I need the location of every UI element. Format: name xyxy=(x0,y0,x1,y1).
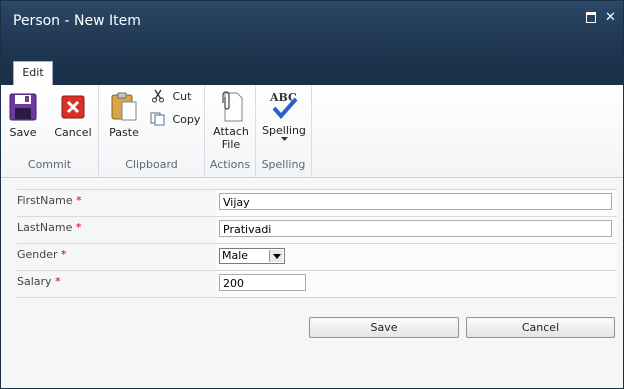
required-marker: * xyxy=(75,221,82,234)
clipboard-group-label: Clipboard xyxy=(125,158,178,171)
salary-label: Salary * xyxy=(17,271,215,297)
required-marker: * xyxy=(76,194,82,207)
gender-selected-value: Male xyxy=(222,249,249,262)
spelling-group-label: Spelling xyxy=(261,158,306,171)
form-row-firstname: FirstName * Vijay xyxy=(17,189,617,216)
cancel-button[interactable]: Cancel xyxy=(466,317,615,338)
ribbon: Save Cancel Commit Paste Cut Copy Clipbo… xyxy=(1,85,623,178)
close-icon[interactable]: ✕ xyxy=(605,11,616,24)
save-ribbon-button[interactable]: Save xyxy=(7,93,39,139)
form-row-gender: Gender * Male xyxy=(17,243,617,270)
gender-select[interactable]: Male xyxy=(219,248,285,264)
firstname-label: FirstName * xyxy=(17,190,215,216)
scissors-icon xyxy=(152,89,164,103)
salary-input[interactable]: 200 xyxy=(219,274,306,291)
floppy-disk-icon xyxy=(9,93,37,121)
tab-edit[interactable]: Edit xyxy=(13,61,53,86)
spell-check-icon: ABC xyxy=(269,91,298,120)
attach-label-line2: File xyxy=(221,138,241,151)
attach-file-button[interactable]: Attach File xyxy=(211,91,251,151)
firstname-input[interactable]: Vijay xyxy=(219,193,612,210)
copy-icon xyxy=(150,112,165,126)
dialog-window: Person - New Item ✕ Edit Save Cancel Com… xyxy=(0,0,624,389)
commit-group-label: Commit xyxy=(27,158,72,171)
required-marker: * xyxy=(55,275,61,288)
lastname-label: LastName * xyxy=(17,217,215,243)
copy-label: Copy xyxy=(172,113,201,126)
paperclip-icon xyxy=(222,91,243,122)
window-title: Person - New Item xyxy=(13,13,141,29)
cut-button[interactable]: Cut xyxy=(151,89,191,103)
required-marker: * xyxy=(61,248,67,261)
form-row-salary: Salary * 200 xyxy=(17,270,617,298)
copy-button[interactable]: Copy xyxy=(150,112,200,126)
gender-label: Gender * xyxy=(17,244,215,270)
maximize-icon[interactable] xyxy=(586,12,596,23)
ribbon-group-clipboard: Paste Cut Copy Clipboard xyxy=(99,85,205,177)
save-ribbon-label: Save xyxy=(9,126,37,139)
paste-icon xyxy=(111,92,137,121)
dropdown-arrow-icon xyxy=(280,137,288,141)
spelling-label: Spelling xyxy=(262,124,306,137)
cut-label: Cut xyxy=(172,90,192,103)
cancel-ribbon-label: Cancel xyxy=(54,126,92,139)
new-item-form: FirstName * Vijay LastName * Prativadi G… xyxy=(17,189,617,298)
ribbon-group-spelling: ABC Spelling Spelling xyxy=(256,85,312,177)
title-bar: Person - New Item ✕ Edit xyxy=(1,1,623,86)
attach-label-line1: Attach xyxy=(213,125,249,138)
spelling-button[interactable]: ABC Spelling xyxy=(261,89,307,142)
paste-button[interactable]: Paste xyxy=(107,91,141,139)
cancel-ribbon-button[interactable]: Cancel xyxy=(53,93,93,139)
paste-label: Paste xyxy=(109,126,139,139)
lastname-input[interactable]: Prativadi xyxy=(219,220,612,237)
cancel-icon xyxy=(61,95,85,119)
save-button[interactable]: Save xyxy=(309,317,459,338)
actions-group-label: Actions xyxy=(209,158,251,171)
ribbon-group-actions: Attach File Actions xyxy=(205,85,256,177)
select-arrow-icon[interactable] xyxy=(269,250,283,262)
ribbon-group-commit: Save Cancel Commit xyxy=(1,85,99,177)
form-row-lastname: LastName * Prativadi xyxy=(17,216,617,243)
